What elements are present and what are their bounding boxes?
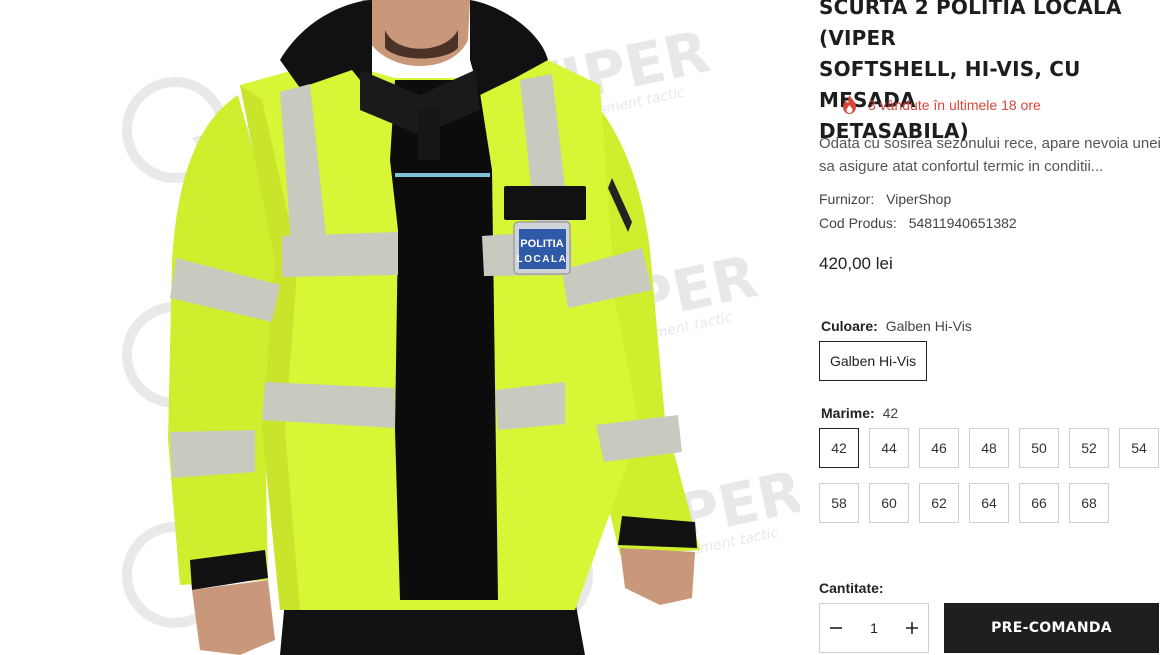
plus-icon[interactable]	[902, 618, 922, 638]
quantity-input[interactable]: 1	[870, 620, 878, 636]
size-option-42[interactable]: 42	[819, 428, 859, 468]
quantity-label: Cantitate:	[819, 580, 884, 596]
size-option-64[interactable]: 64	[969, 483, 1009, 523]
description-line-1: Odata cu sosirea sezonului rece, apare n…	[819, 135, 1161, 152]
politia-locala-badge: POLITIA LOCALA	[513, 221, 571, 275]
product-code-row: Cod Produs: 54811940651382	[819, 215, 1017, 231]
color-swatch-galben-hi-vis[interactable]: Galben Hi-Vis	[819, 341, 928, 381]
description-line-2: sa asigure atat confortul termic in cond…	[819, 158, 1104, 175]
size-option-52[interactable]: 52	[1069, 428, 1109, 468]
flame-icon	[841, 95, 858, 114]
product-image[interactable]: VIPER VIPER VIPER VIPER VIPER VIPER echi…	[0, 0, 800, 655]
size-option-44[interactable]: 44	[869, 428, 909, 468]
product-description: Odata cu sosirea sezonului rece, apare n…	[819, 132, 1164, 178]
badge-line2: LOCALA	[517, 254, 568, 265]
minus-icon[interactable]	[826, 618, 846, 638]
sold-recently: 3 vândute în ultimele 18 ore	[841, 95, 1041, 114]
color-selected-value: Galben Hi-Vis	[885, 318, 972, 334]
size-option-label: Marime: 42	[821, 405, 898, 421]
sold-text: 3 vândute în ultimele 18 ore	[868, 96, 1041, 113]
size-option-62[interactable]: 62	[919, 483, 959, 523]
size-label: Marime:	[821, 405, 875, 421]
supplier-value[interactable]: ViperShop	[886, 191, 951, 207]
badge-line1: POLITIA	[520, 238, 563, 250]
size-option-48[interactable]: 48	[969, 428, 1009, 468]
product-info-panel: SCURTA 2 POLITIA LOCALA (VIPER SOFTSHELL…	[819, 0, 1164, 655]
quantity-stepper: 1	[819, 603, 929, 653]
size-selected-value: 42	[882, 405, 899, 421]
size-option-46[interactable]: 46	[919, 428, 959, 468]
size-option-54[interactable]: 54	[1119, 428, 1159, 468]
size-option-66[interactable]: 66	[1019, 483, 1059, 523]
product-code-value: 54811940651382	[908, 215, 1017, 231]
jacket-illustration: VIPER VIPER VIPER VIPER VIPER VIPER echi…	[122, 0, 800, 655]
supplier-label: Furnizor:	[819, 191, 875, 207]
color-label: Culoare:	[821, 318, 878, 334]
product-title: SCURTA 2 POLITIA LOCALA (VIPER SOFTSHELL…	[819, 0, 1122, 143]
preorder-button[interactable]: PRE-COMANDA	[944, 603, 1159, 653]
product-price: 420,00 lei	[819, 254, 893, 273]
size-option-50[interactable]: 50	[1019, 428, 1059, 468]
size-option-60[interactable]: 60	[869, 483, 909, 523]
size-option-68[interactable]: 68	[1069, 483, 1109, 523]
color-option-label: Culoare: Galben Hi-Vis	[821, 318, 972, 334]
size-option-58[interactable]: 58	[819, 483, 859, 523]
supplier-row: Furnizor: ViperShop	[819, 191, 951, 207]
product-code-label: Cod Produs:	[819, 215, 897, 231]
